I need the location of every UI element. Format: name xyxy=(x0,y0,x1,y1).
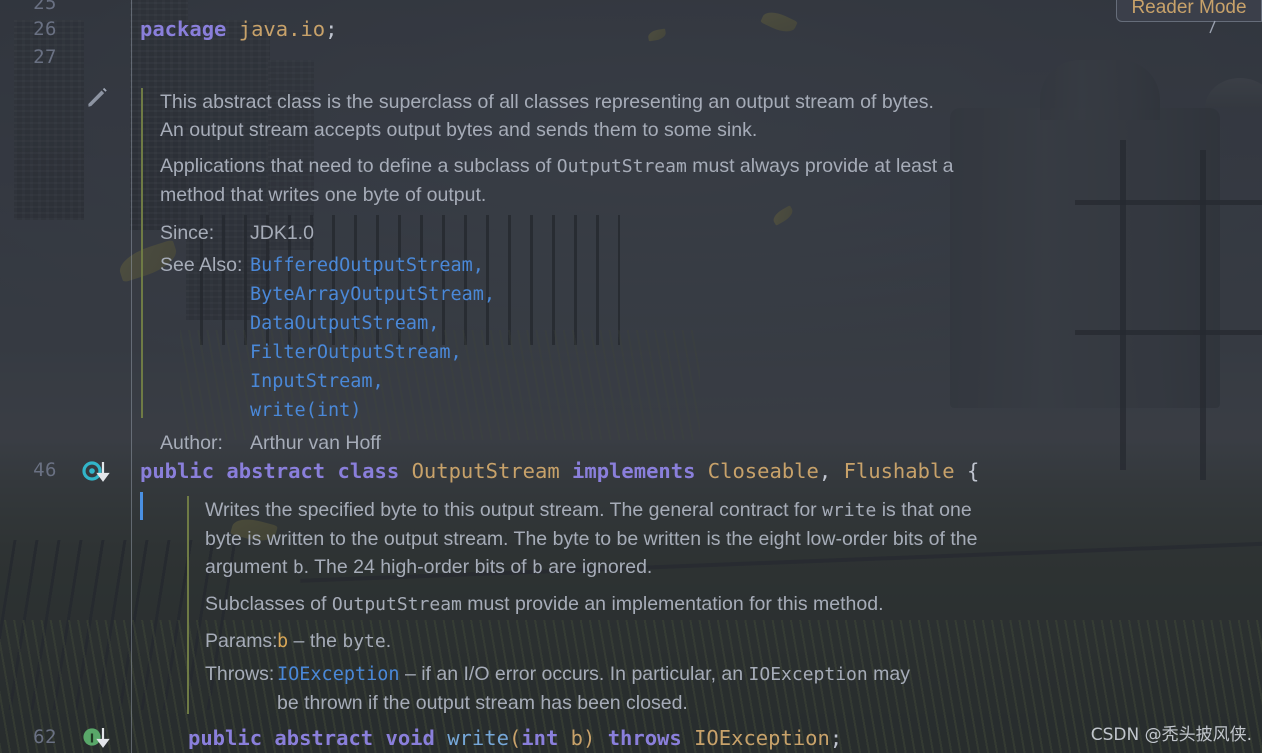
throws-value: IOException – if an I/O error occurs. In… xyxy=(277,660,937,717)
watermark: CSDN @秃头披风侠. xyxy=(1090,725,1252,745)
interface-closeable: Closeable xyxy=(707,459,819,483)
see-also-link[interactable]: DataOutputStream, xyxy=(250,309,495,338)
see-also-link-text: BufferedOutputStream, xyxy=(250,255,484,276)
throws-label: Throws: xyxy=(205,663,275,685)
keyword-package: package xyxy=(140,17,227,41)
edit-pencil-icon[interactable] xyxy=(84,84,110,110)
method-javadoc-block[interactable]: Writes the specified byte to this output… xyxy=(205,496,1125,717)
line-number: 27 xyxy=(33,46,57,68)
throws-dash: – if an I/O error occurs. In particular,… xyxy=(399,663,749,685)
method-doc-code-outputstream: OutputStream xyxy=(331,594,462,615)
keyword-public: public xyxy=(188,726,263,750)
keyword-implements: implements xyxy=(572,459,696,483)
code-line-class-declaration[interactable]: public abstract class OutputStream imple… xyxy=(140,459,979,483)
code-line-method-declaration[interactable]: public abstract void write(int b) throws… xyxy=(188,726,842,750)
method-doc-p1-c: . The 24 high-order bits of xyxy=(303,556,533,578)
reader-mode-pointer-icon xyxy=(1209,20,1216,34)
paren-close: ) xyxy=(583,726,596,750)
reader-mode-label: Reader Mode xyxy=(1131,0,1247,18)
param-b: b xyxy=(570,726,583,750)
text-caret xyxy=(140,492,143,520)
since-tag-row: Since: JDK1.0 xyxy=(160,219,1100,247)
line-number: 46 xyxy=(33,459,57,481)
see-also-link[interactable]: BufferedOutputStream, xyxy=(250,251,495,280)
class-doc-paragraph-1: This abstract class is the superclass of… xyxy=(160,91,934,141)
open-brace: { xyxy=(967,459,980,483)
semicolon: ; xyxy=(325,17,338,41)
method-doc-paragraph-2: Subclasses of OutputStream must provide … xyxy=(205,590,995,619)
throws-inline-code: IOException xyxy=(748,664,868,685)
keyword-abstract: abstract xyxy=(226,459,326,483)
params-end: . xyxy=(385,630,392,652)
see-also-link[interactable]: FilterOutputStream, xyxy=(250,338,495,367)
svg-text:I: I xyxy=(90,732,94,746)
interface-flushable: Flushable xyxy=(843,459,955,483)
method-name-write: write xyxy=(447,726,509,750)
method-doc-p2-a: Subclasses of xyxy=(205,593,332,615)
method-doc-code-b: b xyxy=(292,557,304,578)
method-doc-p1-a: Writes the specified byte to this output… xyxy=(205,499,823,521)
code-line-package[interactable]: package java.io; xyxy=(140,17,338,41)
params-tag-row: Params: b – the byte. xyxy=(205,627,1125,656)
method-doc-p1-d: are ignored. xyxy=(542,556,653,578)
paren-open: ( xyxy=(508,726,522,750)
class-doc-code-outputstream: OutputStream xyxy=(556,156,687,177)
author-label: Author: xyxy=(160,432,223,454)
line-number: 62 xyxy=(33,726,57,748)
params-type-byte: byte xyxy=(342,631,386,652)
semicolon: ; xyxy=(829,726,843,750)
editor-gutter[interactable]: 25 26 27 46 62 I xyxy=(0,0,132,753)
comma: , xyxy=(818,459,832,483)
see-also-link[interactable]: ByteArrayOutputStream, xyxy=(250,280,495,309)
see-also-link-list: BufferedOutputStream, ByteArrayOutputStr… xyxy=(250,251,495,425)
see-also-link[interactable]: InputStream, xyxy=(250,367,495,396)
class-javadoc-block[interactable]: This abstract class is the superclass of… xyxy=(160,88,1100,457)
line-number: 25 xyxy=(33,0,57,14)
class-doc-paragraph-2: Applications that need to define a subcl… xyxy=(160,152,970,209)
see-also-label: See Also: xyxy=(160,254,243,276)
see-also-link[interactable]: write(int) xyxy=(250,396,495,425)
params-value: b – the byte. xyxy=(277,627,391,656)
see-also-link-text: ByteArrayOutputStream, xyxy=(250,284,496,305)
keyword-abstract: abstract xyxy=(274,726,374,750)
class-doc-paragraph-2-a: Applications that need to define a subcl… xyxy=(160,155,557,177)
param-name-b: b xyxy=(277,631,289,652)
see-also-link-text: FilterOutputStream, xyxy=(250,342,462,363)
method-doc-paragraph-1: Writes the specified byte to this output… xyxy=(205,496,985,582)
reader-mode-popup[interactable]: Reader Mode xyxy=(1116,0,1262,22)
implemented-by-icon[interactable] xyxy=(82,458,116,488)
see-also-link-text: write(int) xyxy=(250,400,362,421)
keyword-void: void xyxy=(385,726,435,750)
code-editor-area[interactable]: package java.io; This abstract class is … xyxy=(132,0,1262,753)
see-also-link-text: DataOutputStream, xyxy=(250,313,440,334)
params-dash: – the xyxy=(288,630,343,652)
package-name: java.io xyxy=(238,17,326,41)
gutter-divider xyxy=(131,0,132,753)
method-doc-code-write: write xyxy=(822,500,877,521)
class-name-outputstream: OutputStream xyxy=(411,459,560,483)
params-label: Params: xyxy=(205,630,278,652)
method-doc-code-b2: b xyxy=(532,557,543,578)
line-number: 26 xyxy=(33,18,57,40)
implementing-method-icon[interactable]: I xyxy=(82,724,116,753)
see-also-link-text: InputStream, xyxy=(250,371,384,392)
since-label: Since: xyxy=(160,222,215,244)
author-tag-row: Author: Arthur van Hoff xyxy=(160,429,1100,457)
throws-type-link[interactable]: IOException xyxy=(277,664,400,685)
method-doc-p2-b: must provide an implementation for this … xyxy=(461,593,884,615)
keyword-int: int xyxy=(521,726,559,750)
keyword-public: public xyxy=(140,459,215,483)
class-doc-marker-bar xyxy=(141,88,143,418)
since-value: JDK1.0 xyxy=(250,222,314,244)
keyword-class: class xyxy=(337,459,400,483)
see-also-tag-row: See Also: BufferedOutputStream, ByteArra… xyxy=(160,251,1100,425)
exception-ioexception: IOException xyxy=(694,726,830,750)
method-doc-marker-bar xyxy=(187,496,189,714)
throws-tag-row: Throws: IOException – if an I/O error oc… xyxy=(205,660,1125,717)
keyword-throws: throws xyxy=(607,726,682,750)
author-value: Arthur van Hoff xyxy=(250,432,381,454)
